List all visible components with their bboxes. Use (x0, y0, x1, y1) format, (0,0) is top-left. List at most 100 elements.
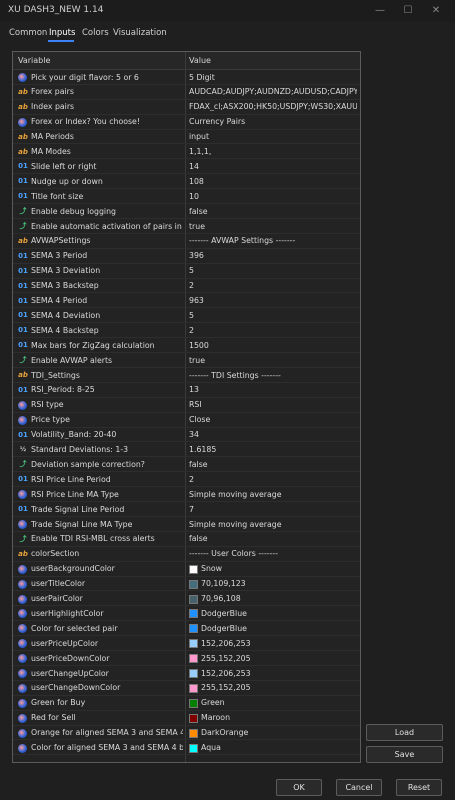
tab-inputs[interactable]: Inputs (49, 28, 75, 38)
variable-value[interactable]: FDAX_cl;ASX200;HK50;USDJPY;WS30;XAUUSD (189, 102, 357, 111)
variable-value[interactable]: Snow (201, 564, 360, 573)
table-row[interactable]: ⤴ Enable TDI RSI-MBL cross alerts false (13, 532, 360, 547)
variable-value[interactable]: Green (201, 698, 360, 707)
table-row[interactable]: userBackgroundColor Snow (13, 562, 360, 577)
table-row[interactable]: 01 SEMA 4 Backstep 2 (13, 323, 360, 339)
table-row[interactable]: 01 SEMA 3 Backstep 2 (13, 279, 360, 294)
variable-value[interactable]: Maroon (201, 713, 360, 722)
table-row[interactable]: ⤴ Enable automatic activation of pairs in… (13, 219, 360, 234)
table-row[interactable]: ½ Standard Deviations: 1-3 1.6185 (13, 443, 360, 458)
table-row[interactable]: Orange for aligned SEMA 3 and SEMA 4 ...… (13, 726, 360, 741)
variable-value[interactable]: 1.6185 (189, 445, 357, 454)
table-row[interactable]: ab colorSection ------- User Colors ------… (13, 547, 360, 562)
table-row[interactable]: 01 Slide left or right 14 (13, 159, 360, 175)
variable-value[interactable]: Close (189, 415, 357, 424)
value-column-header[interactable]: Value (189, 56, 211, 65)
table-row[interactable]: 01 Trade Signal Line Period 7 (13, 502, 360, 517)
table-row[interactable]: Forex or Index? You choose! Currency Pair… (13, 115, 360, 130)
variable-value[interactable]: ------- User Colors ------- (189, 549, 357, 558)
variable-value[interactable]: input (189, 132, 357, 141)
table-row[interactable]: 01 Nudge up or down 108 (13, 174, 360, 190)
table-row[interactable]: userPairColor 70,96,108 (13, 592, 360, 607)
variable-value[interactable]: false (189, 207, 357, 216)
table-row[interactable]: Color for selected pair DodgerBlue (13, 621, 360, 637)
table-row[interactable]: 01 RSI_Period: 8-25 13 (13, 383, 360, 398)
variable-value[interactable]: 34 (189, 430, 357, 439)
variable-value[interactable]: 108 (189, 177, 357, 186)
variable-value[interactable]: DarkOrange (201, 728, 360, 737)
table-row[interactable]: ab MA Periods input (13, 130, 360, 145)
color-swatch[interactable] (189, 713, 198, 723)
color-swatch[interactable] (189, 683, 198, 693)
save-button[interactable]: Save (366, 746, 443, 763)
color-swatch[interactable] (189, 579, 198, 589)
table-row[interactable]: Trade Signal Line MA Type Simple moving a… (13, 517, 360, 532)
table-row[interactable]: RSI type RSI (13, 398, 360, 413)
color-swatch[interactable] (189, 594, 198, 604)
table-row[interactable]: Price type Close (13, 413, 360, 428)
variable-value[interactable]: false (189, 460, 357, 469)
variable-value[interactable]: DodgerBlue (201, 609, 360, 618)
maximize-icon[interactable]: ☐ (396, 2, 420, 20)
color-swatch[interactable] (189, 669, 198, 678)
tab-colors[interactable]: Colors (82, 28, 109, 38)
cancel-button[interactable]: Cancel (336, 779, 382, 796)
color-swatch[interactable] (189, 609, 198, 619)
tab-visualization[interactable]: Visualization (113, 28, 167, 38)
color-swatch[interactable] (189, 624, 198, 634)
variable-value[interactable]: 70,96,108 (201, 594, 360, 603)
variable-value[interactable]: Currency Pairs (189, 117, 357, 126)
variable-value[interactable]: DodgerBlue (201, 624, 360, 633)
variable-value[interactable]: 2 (189, 475, 357, 484)
table-row[interactable]: userHighlightColor DodgerBlue (13, 606, 360, 622)
table-row[interactable]: ab AVWAPSettings ------- AVWAP Settings --… (13, 234, 360, 249)
table-row[interactable]: userChangeUpColor 152,206,253 (13, 666, 360, 681)
color-swatch[interactable] (189, 639, 198, 649)
variable-value[interactable]: Simple moving average (189, 520, 357, 529)
variable-value[interactable]: 10 (189, 192, 357, 201)
table-row[interactable]: RSI Price Line MA Type Simple moving aver… (13, 487, 360, 503)
variable-value[interactable]: AUDCAD;AUDJPY;AUDNZD;AUDUSD;CADJPY; (189, 87, 357, 96)
close-icon[interactable]: ✕ (424, 2, 448, 20)
table-row[interactable]: ab Index pairs FDAX_cl;ASX200;HK50;USDJPY;… (13, 100, 360, 115)
variable-value[interactable]: false (189, 534, 357, 543)
variable-column-header[interactable]: Variable (18, 56, 50, 65)
table-row[interactable]: ⤴ Enable debug logging false (13, 204, 360, 219)
table-row[interactable]: Color for aligned SEMA 3 and SEMA 4 bu..… (13, 741, 360, 756)
table-row[interactable]: 01 Max bars for ZigZag calculation 1500 (13, 338, 360, 354)
table-row[interactable]: 01 Volatility_Band: 20-40 34 (13, 428, 360, 443)
color-swatch[interactable] (189, 743, 198, 753)
variable-value[interactable]: 2 (189, 281, 357, 290)
table-row[interactable]: userChangeDownColor 255,152,205 (13, 681, 360, 696)
table-row[interactable]: 01 Title font size 10 (13, 189, 360, 205)
variable-value[interactable]: ------- TDI Settings ------- (189, 371, 357, 380)
variable-value[interactable]: 255,152,205 (201, 683, 360, 692)
table-row[interactable]: Pick your digit flavor: 5 or 6 5 Digit (13, 70, 360, 85)
table-row[interactable]: Green for Buy Green (13, 696, 360, 711)
variable-value[interactable]: 396 (189, 251, 357, 260)
table-row[interactable]: userPriceDownColor 255,152,205 (13, 651, 360, 666)
variable-value[interactable]: 152,206,253 (201, 639, 360, 648)
variable-value[interactable]: ------- AVWAP Settings ------- (189, 236, 357, 245)
variable-value[interactable]: Aqua (201, 743, 360, 752)
table-row[interactable]: userTitleColor 70,109,123 (13, 577, 360, 592)
table-row[interactable]: Red for Sell Maroon (13, 711, 360, 726)
reset-button[interactable]: Reset (396, 779, 442, 796)
table-row[interactable]: 01 SEMA 4 Deviation 5 (13, 308, 360, 324)
variable-value[interactable]: 1500 (189, 341, 357, 350)
table-row[interactable]: ab TDI_Settings ------- TDI Settings -----… (13, 368, 360, 383)
table-row[interactable]: ab Forex pairs AUDCAD;AUDJPY;AUDNZD;AUDUSD… (13, 85, 360, 100)
color-swatch[interactable] (189, 564, 198, 574)
color-swatch[interactable] (189, 654, 198, 664)
variable-value[interactable]: Simple moving average (189, 490, 357, 499)
variable-value[interactable]: RSI (189, 400, 357, 409)
ok-button[interactable]: OK (276, 779, 322, 796)
variable-value[interactable]: 14 (189, 162, 357, 171)
variable-value[interactable]: true (189, 356, 357, 365)
variable-value[interactable]: 5 (189, 311, 357, 320)
load-button[interactable]: Load (366, 724, 443, 741)
variable-value[interactable]: 152,206,253 (201, 669, 360, 678)
table-row[interactable]: ab MA Modes 1,1,1, (13, 145, 360, 160)
minimize-icon[interactable]: — (368, 2, 392, 20)
variable-value[interactable]: 255,152,205 (201, 654, 360, 663)
